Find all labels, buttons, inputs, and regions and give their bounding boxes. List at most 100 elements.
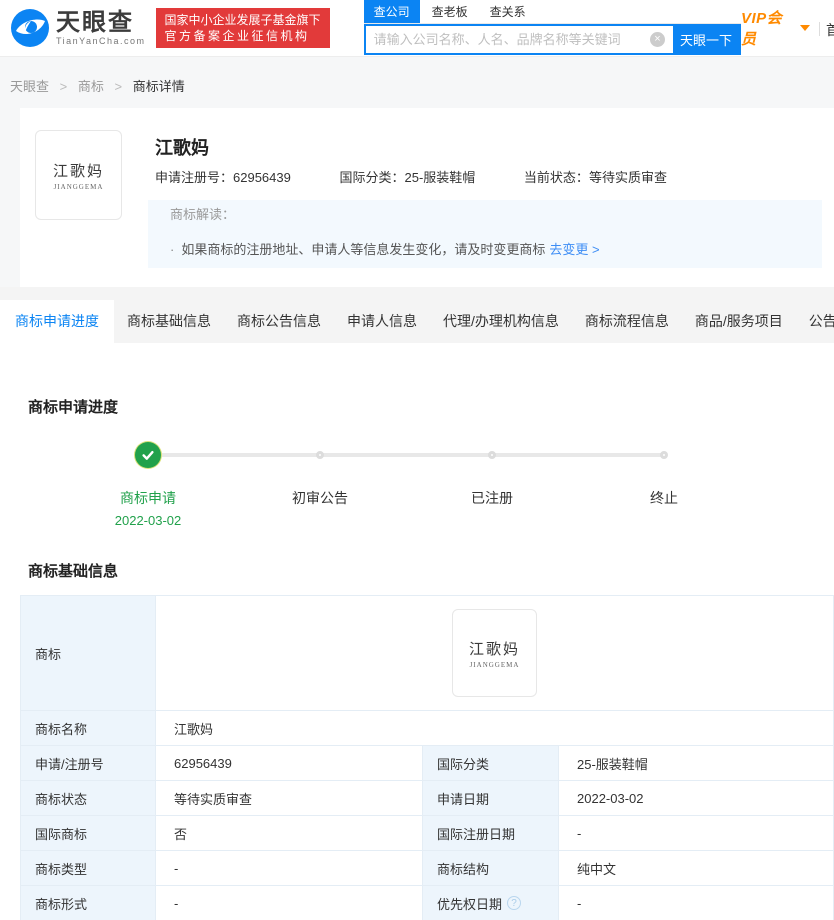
check-icon — [142, 451, 154, 460]
row-value-trademark: 江歌妈 JIANGGEMA — [156, 596, 834, 711]
section-tabs: 商标申请进度 商标基础信息 商标公告信息 申请人信息 代理/办理机构信息 商标流… — [0, 300, 834, 343]
logo[interactable]: 天眼查 TianYanCha.com — [10, 8, 146, 48]
row-value-type: - — [156, 851, 423, 886]
meta-status: 当前状态：等待实质审查 — [524, 170, 667, 185]
bullet-mark: · — [170, 242, 175, 257]
basic-info-table: 商标 江歌妈 JIANGGEMA 商标名称 江歌妈 申请/注册号 6295643… — [20, 595, 834, 920]
breadcrumb-separator: > — [59, 79, 68, 94]
step-pending-circle — [316, 451, 324, 459]
tab-process-info[interactable]: 商标流程信息 — [572, 300, 682, 343]
trademark-main: 江歌妈 申请注册号：62956439 国际分类：25-服装鞋帽 当前状态：等待实… — [155, 130, 712, 220]
meta-reg-no: 申请注册号：62956439 — [155, 170, 291, 185]
row-label-structure: 商标结构 — [423, 851, 559, 886]
page-title: 江歌妈 — [155, 138, 209, 158]
step-pending-circle — [488, 451, 496, 459]
trademark-meta: 申请注册号：62956439 国际分类：25-服装鞋帽 当前状态：等待实质审查 — [155, 169, 712, 187]
row-value-status: 等待实质审查 — [156, 781, 423, 816]
row-value-structure: 纯中文 — [559, 851, 834, 886]
trademark-image-subtext: JIANGGEMA — [53, 182, 104, 191]
tab-basic-info[interactable]: 商标基础信息 — [114, 300, 224, 343]
tab-announcement-info[interactable]: 商标公告信息 — [224, 300, 334, 343]
meta-reg-no-value: 62956439 — [233, 170, 291, 185]
page: 天眼查 TianYanCha.com 国家中小企业发展子基金旗下 官方备案企业征… — [0, 0, 834, 920]
tianyancha-eye-icon — [10, 8, 50, 48]
row-value-intl-trademark: 否 — [156, 816, 423, 851]
content: 商标申请进度 商标申请 2022-03-02 初审公告 已注册 终止 商标基础信… — [0, 343, 834, 920]
search-tab-relation[interactable]: 查关系 — [488, 0, 528, 23]
header: 天眼查 TianYanCha.com 国家中小企业发展子基金旗下 官方备案企业征… — [0, 0, 834, 57]
breadcrumb-current: 商标详情 — [132, 79, 185, 94]
logo-domain: TianYanCha.com — [56, 36, 146, 46]
badge-line2: 官方备案企业征信机构 — [164, 29, 310, 43]
meta-reg-no-label: 申请注册号： — [155, 170, 234, 185]
trademark-image: 江歌妈 JIANGGEMA — [35, 130, 122, 220]
trademark-image-subtext: JIANGGEMA — [469, 660, 520, 669]
section-title-progress: 商标申请进度 — [28, 399, 119, 416]
trademark-summary-card: 江歌妈 JIANGGEMA 江歌妈 申请注册号：62956439 国际分类：25… — [20, 108, 834, 287]
row-label-intl-class: 国际分类 — [423, 746, 559, 781]
meta-class: 国际分类：25-服装鞋帽 — [339, 170, 475, 185]
badge-line1: 国家中小企业发展子基金旗下 — [164, 13, 321, 27]
vip-label: VIP会员 — [740, 10, 783, 48]
row-label-type: 商标类型 — [21, 851, 156, 886]
change-link[interactable]: 去变更 > — [549, 242, 599, 257]
search-tabs: 查公司 查老板 查关系 — [363, 0, 741, 24]
row-label-priority-date: 优先权日期 ? — [423, 886, 559, 920]
meta-class-value: 25-服装鞋帽 — [404, 170, 476, 185]
search-box: × 天眼一下 — [363, 24, 741, 55]
row-value-apply-date: 2022-03-02 — [559, 781, 834, 816]
row-value-form: - — [156, 886, 423, 920]
meta-class-label: 国际分类： — [339, 170, 405, 185]
clear-icon[interactable]: × — [649, 32, 665, 47]
row-value-intl-class: 25-服装鞋帽 — [559, 746, 834, 781]
trademark-image-text: 江歌妈 — [52, 163, 104, 180]
step-label: 已注册 — [471, 490, 513, 506]
meta-status-value: 等待实质审查 — [588, 170, 667, 185]
search-tab-company[interactable]: 查公司 — [363, 0, 420, 23]
step-pending-circle — [660, 451, 668, 459]
tab-agency-info[interactable]: 代理/办理机构信息 — [430, 300, 572, 343]
section-tabbar: 商标申请进度 商标基础信息 商标公告信息 申请人信息 代理/办理机构信息 商标流… — [0, 287, 834, 343]
search-tab-boss[interactable]: 查老板 — [430, 0, 470, 23]
row-value-intl-reg-date: - — [559, 816, 834, 851]
progress-timeline: 商标申请 2022-03-02 初审公告 已注册 终止 — [62, 442, 834, 530]
search-button[interactable]: 天眼一下 — [672, 26, 739, 53]
timeline-step-terminated: 终止 — [578, 442, 750, 530]
step-date: 2022-03-02 — [114, 513, 182, 528]
row-label-intl-trademark: 国际商标 — [21, 816, 156, 851]
logo-text: 天眼查 TianYanCha.com — [56, 9, 146, 47]
timeline-step-registered: 已注册 — [406, 442, 578, 530]
row-label-reg-no: 申请/注册号 — [21, 746, 156, 781]
insight-text: 如果商标的注册地址、申请人等信息发生变化，请及时变更商标 — [181, 242, 546, 257]
row-label-status: 商标状态 — [21, 781, 156, 816]
tab-goods-services[interactable]: 商品/服务项目 — [682, 300, 796, 343]
breadcrumb-separator: > — [114, 79, 123, 94]
help-icon[interactable]: ? — [507, 896, 522, 910]
section-title-basic-info: 商标基础信息 — [28, 563, 119, 580]
trademark-image-text: 江歌妈 — [468, 641, 520, 658]
insight-line: · 如果商标的注册地址、申请人等信息发生变化，请及时变更商标 去变更 > — [170, 241, 822, 259]
priority-date-label: 优先权日期 — [437, 896, 503, 912]
search-input[interactable] — [365, 26, 650, 53]
logo-title: 天眼查 — [56, 9, 134, 36]
breadcrumb-item-home[interactable]: 天眼查 — [10, 79, 49, 94]
timeline-step-applied: 商标申请 2022-03-02 — [62, 442, 234, 530]
row-value-name: 江歌妈 — [156, 711, 834, 746]
search-area: 查公司 查老板 查关系 × 天眼一下 — [363, 0, 741, 55]
row-value-priority-date: - — [559, 886, 834, 920]
row-label-intl-reg-date: 国际注册日期 — [423, 816, 559, 851]
breadcrumb: 天眼查 > 商标 > 商标详情 — [0, 57, 834, 108]
tab-trademark-progress[interactable]: 商标申请进度 — [0, 300, 114, 343]
step-label: 商标申请 — [120, 490, 176, 506]
vip-link[interactable]: VIP会员 — [741, 7, 810, 49]
tab-notice-info[interactable]: 公告信息 — [796, 300, 834, 343]
row-value-reg-no: 62956439 — [156, 746, 423, 781]
row-label-apply-date: 申请日期 — [423, 781, 559, 816]
breadcrumb-item-trademark[interactable]: 商标 — [78, 79, 104, 94]
nav-home-link[interactable]: 首页 — [819, 20, 834, 40]
row-label-form: 商标形式 — [21, 886, 156, 920]
step-done-circle — [135, 442, 161, 468]
tab-applicant-info[interactable]: 申请人信息 — [334, 300, 430, 343]
meta-status-label: 当前状态： — [523, 170, 589, 185]
trademark-image-table[interactable]: 江歌妈 JIANGGEMA — [452, 609, 537, 697]
